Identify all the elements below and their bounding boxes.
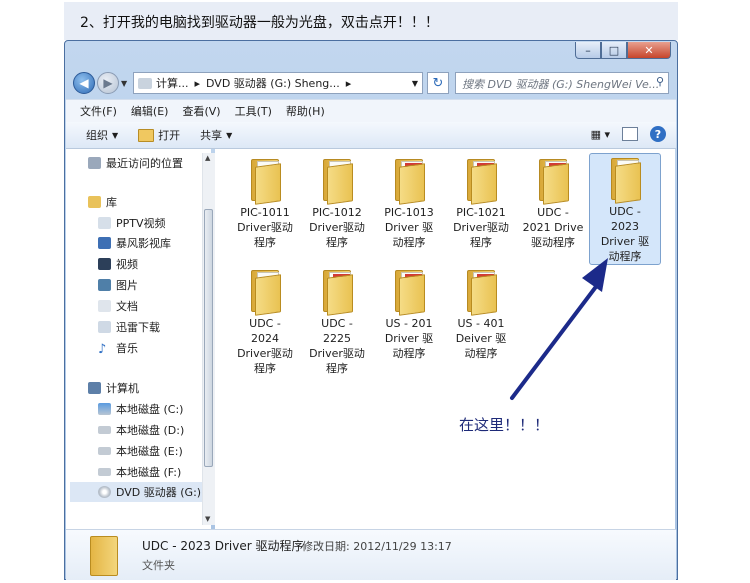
annotation-arrow xyxy=(510,258,608,400)
arrow-head xyxy=(582,258,608,292)
arrow-shaft xyxy=(510,282,600,400)
annotation-text: 在这里！！！ xyxy=(459,416,550,434)
